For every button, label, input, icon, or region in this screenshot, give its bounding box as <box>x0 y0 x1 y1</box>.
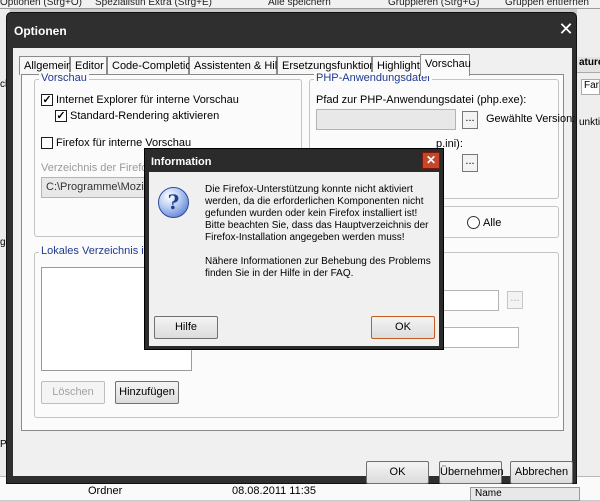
information-message: Die Firefox-Unterstützung konnte nicht a… <box>205 184 431 279</box>
bg-toolbar-text: Alle speichern <box>268 0 331 8</box>
bg-toolbar-text: Gruppieren (Strg+G) <box>388 0 480 8</box>
php-group-legend: PHP-Anwendungsdatei <box>314 72 432 84</box>
bg-right-field[interactable]: Far <box>581 79 600 95</box>
php-browse-button[interactable]: ... <box>462 111 478 129</box>
bg-toolbar-text: Gruppen entfernen <box>505 0 589 8</box>
information-dialog-body: ? Die Firefox-Unterstützung konnte nicht… <box>149 172 439 346</box>
tab-code-completion[interactable]: Code-Completion <box>107 56 198 75</box>
bg-name-column[interactable]: Name <box>470 487 580 501</box>
local-dir-browse-button[interactable]: ... <box>507 291 523 309</box>
bg-right-text: unktion <box>579 117 600 128</box>
add-button[interactable]: Hinzufügen <box>115 381 179 404</box>
selected-version-label: Gewählte Version: <box>486 113 576 125</box>
bg-row-type: Ordner <box>88 485 123 497</box>
close-icon[interactable]: ✕ <box>556 20 576 38</box>
background-right-panel: aturen Far unktion <box>577 9 600 489</box>
bg-left-text: g <box>0 237 6 248</box>
standard-rendering-checkbox[interactable]: ✓ <box>55 110 67 122</box>
bg-toolbar-text: Optionen (Strg+O) <box>0 0 82 8</box>
bg-toolbar-text: Spezialistin Extra (Strg+E) <box>95 0 212 8</box>
php-path-label: Pfad zur PHP-Anwendungsdatei (php.exe): <box>316 94 527 106</box>
radio-alle-label: Alle <box>483 217 502 229</box>
bg-right-header: aturen <box>577 57 600 73</box>
radio-alle[interactable] <box>467 216 480 229</box>
cancel-button[interactable]: Abbrechen <box>510 461 573 484</box>
apply-button[interactable]: Übernehmen <box>439 461 504 484</box>
information-dialog-title: Information <box>151 156 212 168</box>
php-ini-browse-button[interactable]: ... <box>462 154 478 172</box>
information-dialog: Information ✕ ? Die Firefox-Unterstützun… <box>144 148 444 350</box>
tab-assistenten[interactable]: Assistenten & Hilfen <box>189 56 292 75</box>
options-dialog-title: Optionen <box>14 24 67 38</box>
ie-preview-checkbox[interactable]: ✓ <box>41 94 53 106</box>
php-path-field[interactable] <box>316 109 456 130</box>
bg-row-date: 08.08.2011 11:35 <box>232 485 317 497</box>
preview-group-legend: Vorschau <box>39 72 89 84</box>
delete-button[interactable]: Löschen <box>41 381 105 404</box>
close-icon[interactable]: ✕ <box>422 152 440 169</box>
firefox-preview-checkbox[interactable] <box>41 137 53 149</box>
ie-preview-label: Internet Explorer für interne Vorschau <box>56 94 239 106</box>
question-icon: ? <box>158 187 189 218</box>
help-button[interactable]: Hilfe <box>154 316 218 339</box>
info-ok-button[interactable]: OK <box>371 316 435 339</box>
standard-rendering-label: Standard-Rendering aktivieren <box>70 110 220 122</box>
tab-vorschau[interactable]: Vorschau <box>420 54 471 76</box>
ok-button[interactable]: OK <box>366 461 429 484</box>
background-toolbar: Optionen (Strg+O) Spezialistin Extra (St… <box>0 0 600 9</box>
